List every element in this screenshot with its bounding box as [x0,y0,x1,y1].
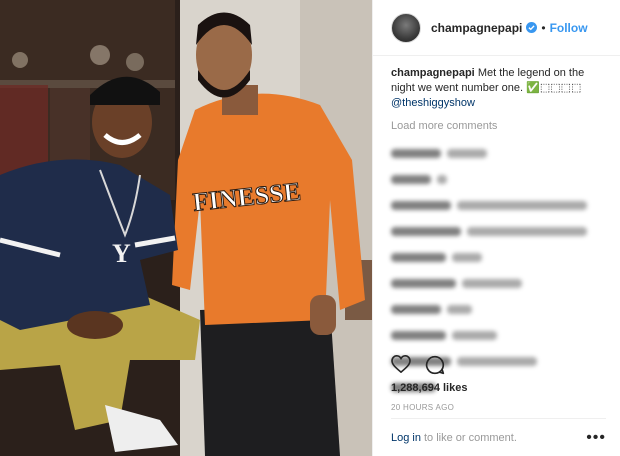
footer: Log in to like or comment. ••• [391,426,606,450]
login-link[interactable]: Log in [391,432,421,444]
post-header: champagnepapi • Follow [373,0,620,56]
blurred-comment [391,222,606,241]
verified-badge-icon [526,22,538,33]
username[interactable]: champagnepapi [431,21,522,35]
avatar[interactable] [391,12,421,43]
more-options-icon[interactable]: ••• [586,429,606,447]
blurred-comment [391,144,606,163]
post-timestamp: 20 HOURS AGO [391,403,455,412]
post-panel: champagnepapi • Follow champagnepapi Met… [372,0,620,456]
action-bar [391,355,445,375]
load-more-comments[interactable]: Load more comments [391,119,606,134]
divider [391,418,606,419]
blurred-comment [391,248,606,267]
follow-button[interactable]: Follow [550,21,588,35]
caption: champagnepapi Met the legend on the nigh… [391,66,606,111]
blurred-comment [391,326,606,345]
caption-mention[interactable]: @theshiggyshow [391,97,475,109]
blurred-comment [391,300,606,319]
login-prompt-text: to like or comment. [423,432,517,444]
blurred-comment [391,170,606,189]
blurred-comment [391,274,606,293]
svg-text:Y: Y [112,239,131,268]
post-photo[interactable]: FINESSE Y [0,0,372,456]
comment-bubble-icon[interactable] [425,355,445,375]
blurred-comment [391,196,606,215]
photo-illustration: FINESSE Y [0,0,372,456]
likes-count[interactable]: 1,288,694 likes [391,382,467,394]
separator-dot: • [541,20,546,35]
like-heart-icon[interactable] [391,355,411,375]
caption-username[interactable]: champagnepapi [391,67,475,79]
comments-section: champagnepapi Met the legend on the nigh… [373,56,620,397]
